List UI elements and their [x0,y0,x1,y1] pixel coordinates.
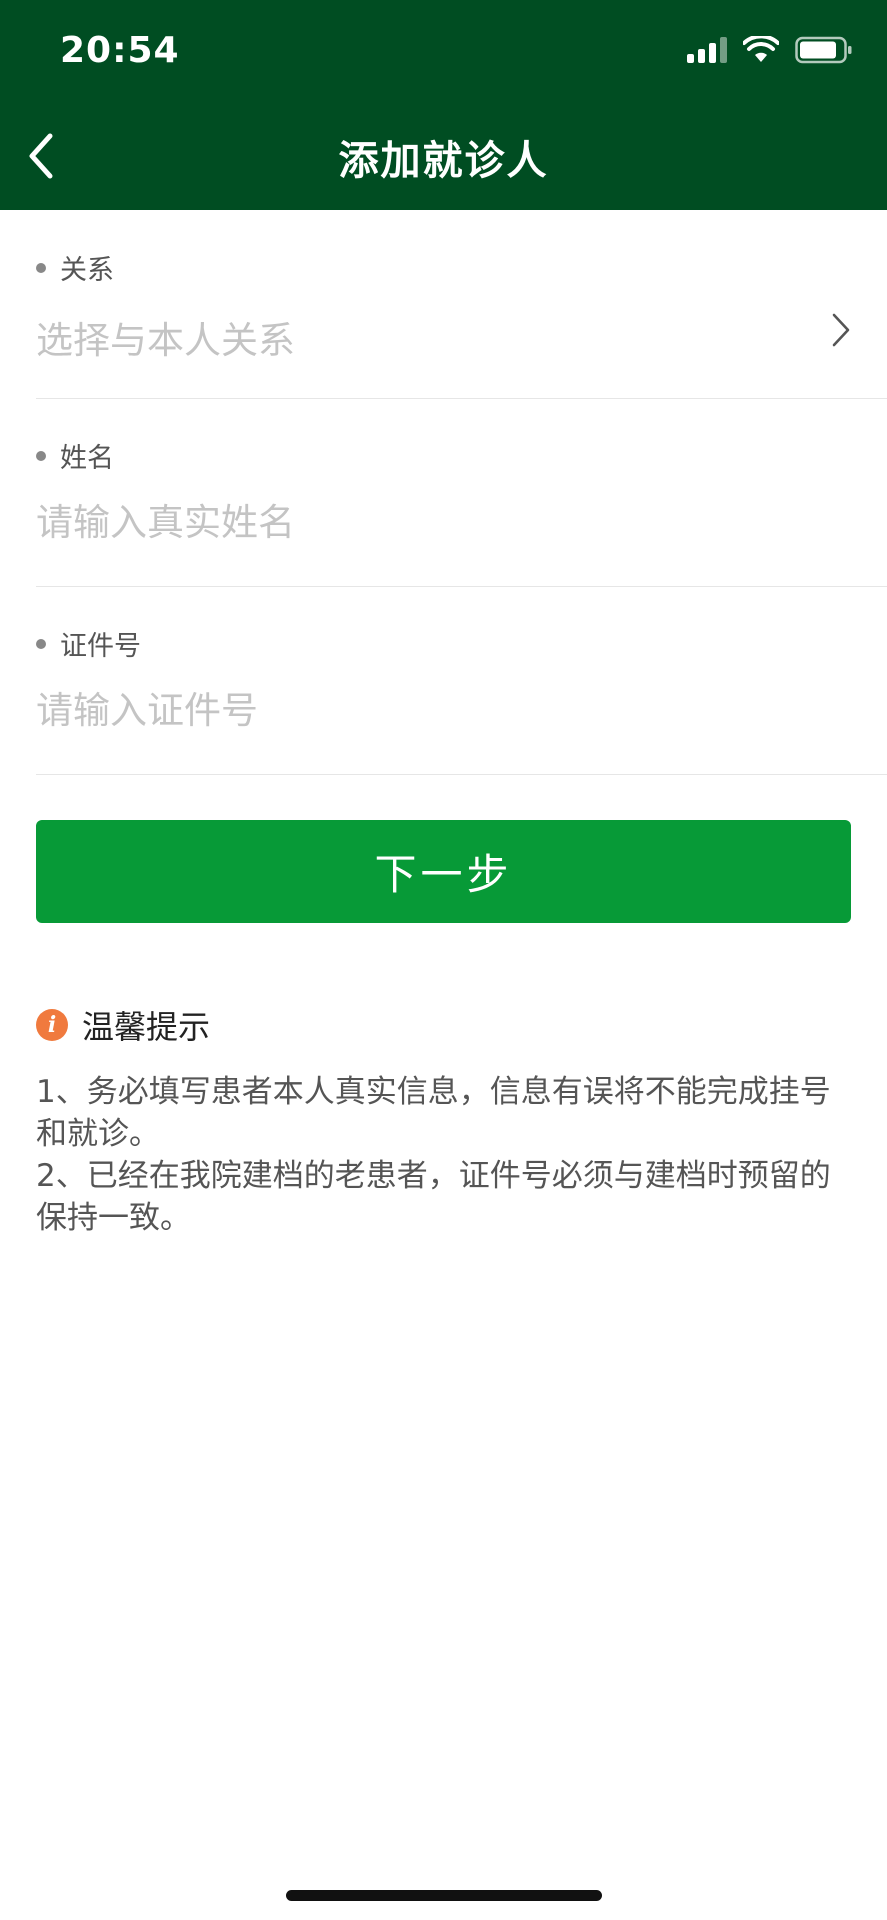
tip-item-2: 2、已经在我院建档的老患者，证件号必须与建档时预留的保持一致。 [36,1158,831,1236]
tips-section: i 温馨提示 1、务必填写患者本人真实信息，信息有误将不能完成挂号和就诊。 2、… [36,1005,851,1239]
home-indicator [286,1890,602,1901]
header: 20:54 添加就诊人 [0,0,887,210]
tip-item-1: 1、务必填写患者本人真实信息，信息有误将不能完成挂号和就诊。 [36,1074,831,1152]
name-row: 姓名 [36,398,887,587]
tips-header: i 温馨提示 [36,1005,851,1046]
tips-title: 温馨提示 [82,1008,211,1046]
id-number-label: 证件号 [36,624,141,663]
name-label-text: 姓名 [60,443,114,474]
relation-label: 关系 [36,248,114,287]
battery-icon [795,36,853,64]
id-number-input[interactable] [36,682,796,738]
bullet-dot [36,450,46,461]
status-time: 20:54 [60,30,180,71]
wifi-icon [743,36,779,64]
tips-text: 1、务必填写患者本人真实信息，信息有误将不能完成挂号和就诊。 2、已经在我院建档… [36,1071,851,1239]
name-label: 姓名 [36,436,114,475]
page: 20:54 添加就诊人 关系 选择与本人关系 姓名 请输入真实姓名 证件号 请输… [0,0,887,1920]
chevron-right-icon [832,313,850,347]
id-number-row: 证件号 [36,586,887,775]
signal-icon [687,37,727,63]
relation-row: 关系 选择与本人关系 [36,210,887,399]
next-step-button[interactable]: 下一步 [36,820,851,923]
relation-placeholder: 选择与本人关系 [36,319,295,362]
status-icons [687,36,853,64]
relation-label-text: 关系 [60,255,114,286]
id-number-label-text: 证件号 [60,631,141,662]
bullet-dot [36,262,46,273]
info-icon: i [36,1009,68,1041]
name-input[interactable] [36,494,796,550]
page-title: 添加就诊人 [338,138,549,184]
bullet-dot [36,638,46,649]
relation-select[interactable]: 选择与本人关系 [36,306,851,362]
